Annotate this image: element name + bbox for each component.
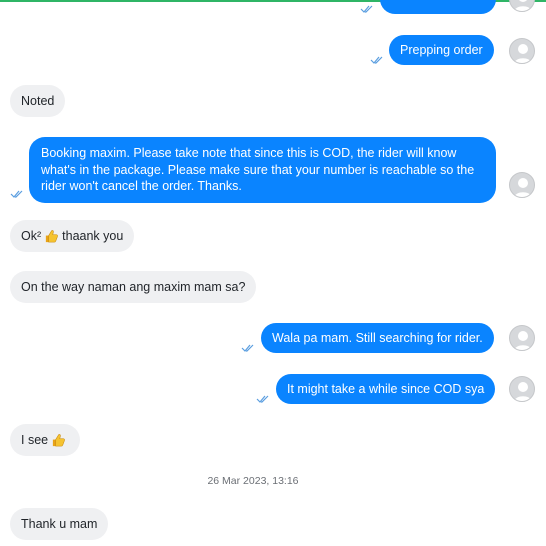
- message-text: It might take a while since COD sya: [287, 381, 485, 396]
- user-avatar-icon[interactable]: [509, 325, 535, 351]
- thumbs-up-icon: [52, 433, 65, 446]
- double-check-icon: [360, 5, 373, 13]
- double-check-icon: [256, 395, 269, 403]
- message-text: thaank you: [62, 228, 124, 243]
- incoming-message-bubble[interactable]: On the way naman ang maxim mam sa?: [10, 271, 257, 303]
- message-text: Wala pa mam. Still searching for rider.: [272, 330, 483, 345]
- incoming-message-bubble[interactable]: Thank u mam: [10, 508, 109, 540]
- message-text: Ok²: [21, 228, 42, 243]
- outgoing-message-bubble[interactable]: Booking maxim. Please take note that sin…: [29, 137, 496, 203]
- double-check-icon: [370, 56, 383, 64]
- user-avatar-icon[interactable]: [509, 0, 535, 12]
- incoming-message-bubble[interactable]: Noted: [10, 85, 66, 117]
- user-avatar-icon[interactable]: [509, 38, 535, 64]
- user-avatar-icon[interactable]: [509, 172, 535, 198]
- incoming-message-bubble[interactable]: I see: [10, 424, 81, 456]
- message-text: Thank u mam: [21, 516, 98, 531]
- outgoing-message-bubble[interactable]: Prepping order: [389, 35, 494, 65]
- date-separator-timestamp: 26 Mar 2023, 13:16: [207, 475, 299, 487]
- outgoing-message-bubble[interactable]: Wala pa mam. Still searching for rider.: [261, 323, 494, 353]
- double-check-icon: [241, 344, 254, 352]
- message-text: Booking maxim. Please take note that sin…: [41, 146, 475, 193]
- user-avatar-icon[interactable]: [509, 376, 535, 402]
- message-text: On the way naman ang maxim mam sa?: [21, 279, 246, 294]
- thumbs-up-icon: [46, 229, 58, 242]
- outgoing-message-bubble[interactable]: [380, 0, 496, 14]
- double-check-icon: [10, 190, 23, 198]
- outgoing-message-bubble[interactable]: It might take a while since COD sya: [276, 374, 496, 404]
- message-text: Noted: [21, 93, 55, 108]
- message-text: I see: [21, 432, 49, 447]
- message-text: Prepping order: [400, 42, 483, 57]
- incoming-message-bubble[interactable]: Ok² thaank you: [10, 220, 135, 252]
